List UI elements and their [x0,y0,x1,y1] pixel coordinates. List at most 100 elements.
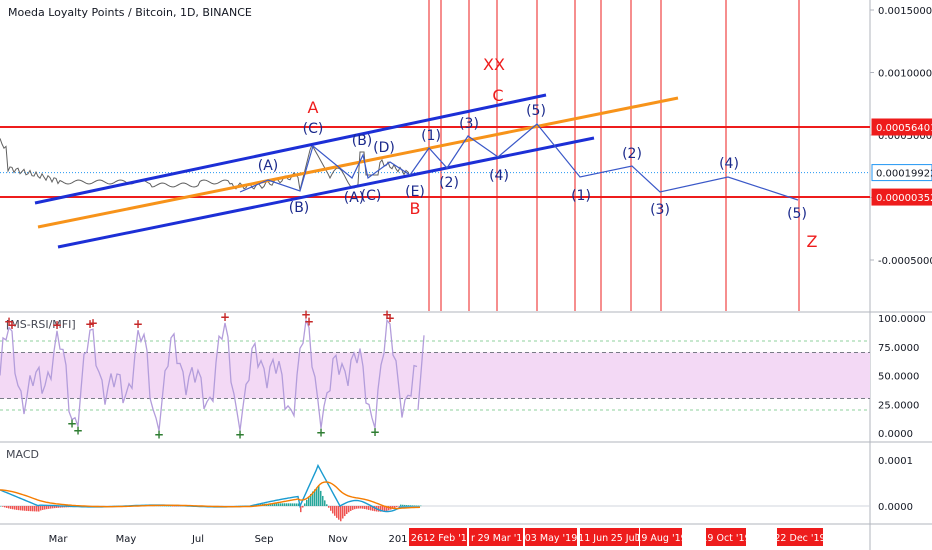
rsi-signal-marker: + [316,425,326,439]
macd-histogram-bar [328,506,330,508]
rsi-signal-marker: + [154,428,164,442]
rsi-signal-marker: + [88,316,98,330]
macd-histogram-bar [50,506,52,509]
macd-histogram-bar [334,506,336,516]
macd-histogram-bar [302,506,304,508]
price-badge-label: 0.00056401 [876,123,932,134]
macd-axis-tick-label: 0.0001 [878,456,913,467]
macd-histogram-bar [364,506,366,509]
date-badge-label: 19 Aug '19 [635,533,686,544]
elliott-wave-label: (3) [650,202,670,218]
macd-histogram-bar [286,503,288,506]
macd-histogram-bar [418,506,420,507]
macd-histogram-bar [48,506,50,509]
macd-histogram-bar [2,506,4,507]
macd-histogram-bar [172,506,174,507]
price-badge-label: 0.00000352 [876,193,932,204]
macd-histogram-bar [0,506,2,507]
macd-histogram-bar [284,503,286,506]
elliott-wave-label: (4) [719,156,739,172]
macd-histogram-bar [20,506,22,510]
macd-histogram-bar [10,506,12,509]
macd-histogram-bar [394,506,396,508]
macd-histogram-bar [304,503,306,506]
elliott-wave-label: (B) [352,133,373,149]
macd-histogram-bar [34,506,36,511]
macd-histogram-bar [28,506,30,511]
macd-histogram-bar [412,505,414,506]
macd-histogram-bar [414,505,416,506]
macd-histogram-bar [24,506,26,511]
macd-histogram-bar [306,500,308,506]
macd-histogram-bar [336,506,338,518]
signal-line [0,482,420,509]
macd-histogram-bar [30,506,32,511]
corrective-wave-label: B [410,199,421,218]
macd-histogram-bar [402,505,404,506]
macd-histogram-bar [36,506,38,511]
macd-histogram-bar [288,503,290,506]
macd-histogram-bar [352,506,354,510]
macd-histogram-bar [292,503,294,506]
channel-lower-line [58,138,594,247]
corrective-wave-label: A [308,98,319,117]
elliott-wave-label: (2) [622,146,642,162]
macd-histogram-bar [46,506,48,509]
macd-histogram-bar [294,503,296,506]
macd-histogram-bar [410,505,412,506]
elliott-wave-label: (5) [787,206,807,222]
rsi-axis-tick-label: 100.0000 [878,314,926,325]
orange-trend-line [38,98,678,227]
time-axis-label: May [116,534,137,545]
macd-histogram-bar [324,500,326,506]
date-badge-label: 03 May '19 [525,533,577,544]
macd-histogram-bar [6,506,8,508]
chart-canvas[interactable]: 0.001500000.001000000.000500000.00000000… [0,0,932,550]
date-badge-label: 12 Feb '19 [423,533,473,544]
macd-histogram-bar [316,487,318,506]
macd-histogram-bar [366,506,368,509]
elliott-wave-label: (5) [526,103,546,119]
macd-histogram-bar [38,506,40,512]
time-axis-label: Jul [191,534,204,545]
macd-axis-tick-label: 0.0000 [878,502,913,513]
macd-histogram-bar [26,506,28,511]
macd-histogram-bar [278,503,280,506]
macd-histogram-bar [408,505,410,506]
elliott-wave-label: (B) [289,200,310,216]
macd-histogram-bar [42,506,44,510]
macd-histogram-bar [280,503,282,506]
macd-histogram-bar [358,506,360,509]
macd-histogram-bar [44,506,46,510]
rsi-axis-tick-label: 0.0000 [878,429,913,440]
corrective-wave-label: Z [807,232,818,251]
macd-histogram-bar [330,506,332,511]
rsi-signal-marker: + [304,315,314,329]
price-axis-tick-label: 0.00100000 [878,69,932,80]
price-axis-tick-label: 0.00150000 [878,6,932,17]
macd-histogram-bar [8,506,10,508]
elliott-wave-label: (C) [361,188,382,204]
date-badge-label: 25 Jul [611,533,638,544]
time-axis-label: Nov [328,534,348,545]
macd-histogram-bar [356,506,358,509]
macd-histogram-bar [406,505,408,506]
macd-histogram-bar [340,506,342,521]
rsi-signal-marker: + [73,423,83,437]
elliott-wave-label: (E) [405,184,425,200]
macd-histogram-bar [400,505,402,506]
macd-histogram-bar [404,505,406,506]
rsi-axis-tick-label: 75.0000 [878,343,919,354]
date-badge-label: 19 Oct '19 [701,533,750,544]
macd-histogram-bar [344,506,346,516]
time-axis-label: Sep [255,534,274,545]
macd-histogram-bar [170,506,172,507]
macd-histogram-bar [416,506,418,507]
macd-histogram-bar [16,506,18,510]
elliott-wave-label: (1) [421,128,441,144]
macd-histogram-bar [290,503,292,506]
price-axis-tick-label: -0.00050000 [878,256,932,267]
macd-histogram-bar [320,491,322,506]
rsi-signal-marker: + [52,318,62,332]
macd-histogram-bar [318,485,320,506]
